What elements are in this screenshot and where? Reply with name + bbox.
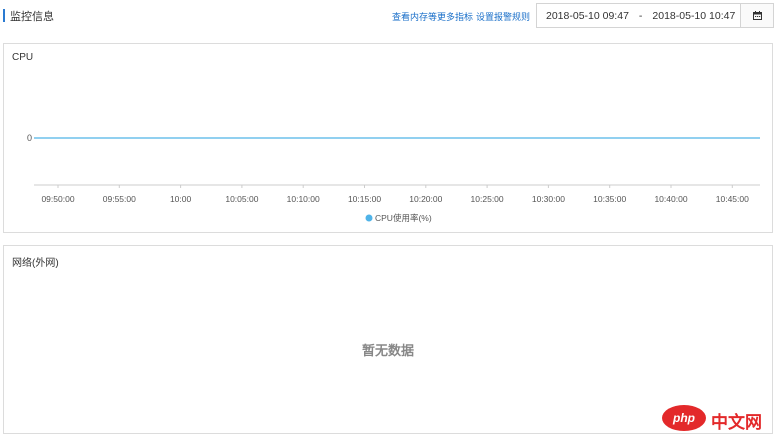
date-end: 2018-05-10 10:47 xyxy=(652,9,736,22)
page-title: 监控信息 xyxy=(10,11,54,23)
legend-label: CPU使用率(%) xyxy=(375,213,432,223)
x-tick-label: 10:15:00 xyxy=(348,194,381,204)
date-separator: - xyxy=(638,9,643,22)
header: 监控信息 查看内存等更多指标 设置报警规则 2018-05-10 09:47-20… xyxy=(0,0,778,34)
x-tick-label: 10:45:00 xyxy=(716,194,749,204)
watermark-text: 中文网 xyxy=(711,413,762,432)
cpu-panel: CPU 0 09:50:00 09:55:00 10:00 10:05:00 10:10:… xyxy=(3,43,773,233)
title-accent-bar xyxy=(3,9,5,22)
cpu-chart: 0 09:50:00 09:55:00 10:00 10:05:00 10:10:00 10… xyxy=(27,133,760,223)
y-tick-label: 0 xyxy=(27,133,32,143)
legend-marker xyxy=(365,214,373,222)
x-tick-label: 10:00 xyxy=(170,194,192,204)
x-tick-label: 10:20:00 xyxy=(409,194,442,204)
x-tick-label: 10:05:00 xyxy=(225,194,258,204)
alarm-rules-link[interactable]: 设置报警规则 xyxy=(476,12,530,22)
x-tick-label: 10:30:00 xyxy=(532,194,565,204)
x-tick-label: 09:55:00 xyxy=(103,194,136,204)
header-links: 查看内存等更多指标 设置报警规则 xyxy=(392,10,530,23)
svg-text:php: php xyxy=(672,411,695,425)
no-data-text: 暂无数据 xyxy=(361,343,414,358)
x-tick-label: 10:10:00 xyxy=(287,194,320,204)
calendar-icon xyxy=(752,11,762,20)
calendar-button[interactable] xyxy=(740,4,773,27)
date-range-picker[interactable]: 2018-05-10 09:47-2018-05-10 10:47 xyxy=(536,3,774,28)
x-tick-label: 10:35:00 xyxy=(593,194,626,204)
date-range-text[interactable]: 2018-05-10 09:47-2018-05-10 10:47 xyxy=(537,10,740,22)
date-start: 2018-05-10 09:47 xyxy=(546,9,629,22)
more-metrics-link[interactable]: 查看内存等更多指标 xyxy=(392,12,473,22)
network-panel-title: 网络(外网) xyxy=(12,258,59,269)
x-tick-label: 09:50:00 xyxy=(41,194,74,204)
x-tick-label: 10:25:00 xyxy=(471,194,504,204)
watermark: php 中文网 xyxy=(661,404,769,432)
x-tick-label: 10:40:00 xyxy=(654,194,687,204)
network-panel: 网络(外网) 暂无数据 xyxy=(3,245,773,434)
